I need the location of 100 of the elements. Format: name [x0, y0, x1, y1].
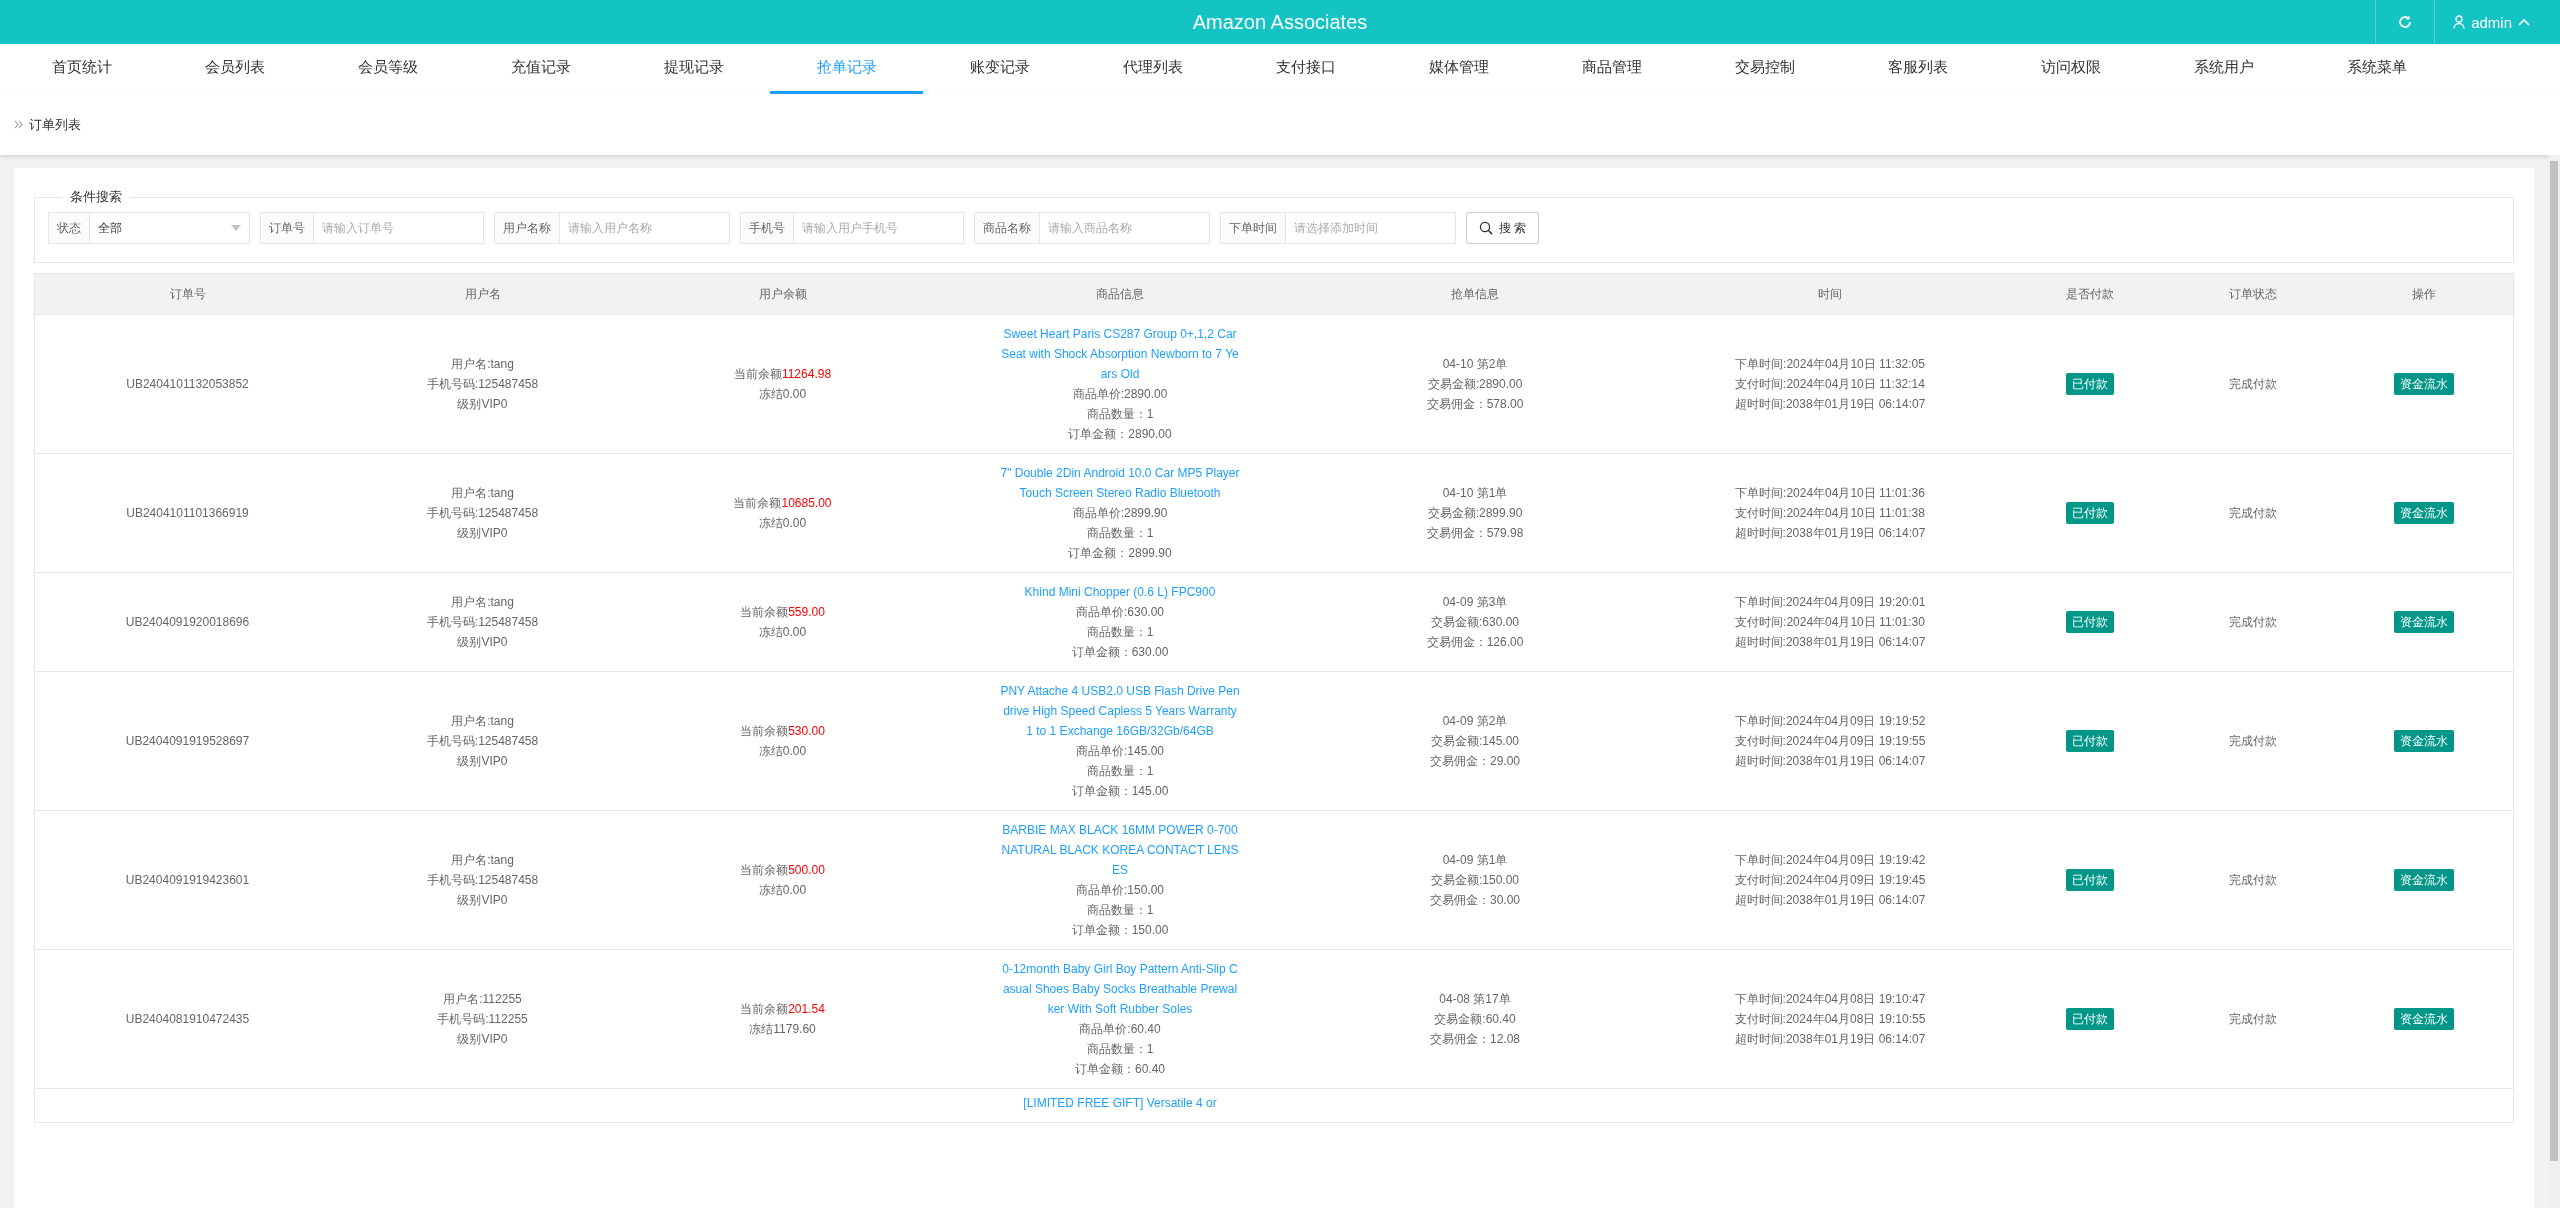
field-label: 下单时间 — [1220, 212, 1286, 244]
grab-info-line: 04-08 第17单 — [1439, 991, 1511, 1008]
product-detail: 订单金额：60.40 — [1075, 1061, 1165, 1078]
column-header: 订单号 — [169, 285, 206, 303]
nav-tab[interactable]: 商品管理 — [1535, 44, 1688, 94]
order-number: UB2404091919423601 — [125, 872, 250, 889]
nav-tab[interactable]: 支付接口 — [1229, 44, 1382, 94]
paid-badge: 已付款 — [2066, 611, 2114, 633]
user-info-line: 手机号码:125487458 — [426, 505, 539, 522]
nav-tab[interactable]: 媒体管理 — [1382, 44, 1535, 94]
product-detail: 商品单价:2890.00 — [1072, 386, 1168, 403]
user-info-line: 手机号码:125487458 — [426, 733, 539, 750]
frozen-text: 冻结0.00 — [758, 624, 807, 641]
product-detail: 商品数量：1 — [1086, 1041, 1154, 1058]
user-info-line: 手机号码:112255 — [437, 1011, 528, 1028]
order-status: 完成付款 — [2228, 376, 2277, 393]
order-status: 完成付款 — [2228, 1011, 2277, 1028]
product-detail: 商品单价:150.00 — [1075, 882, 1164, 899]
nav-tab[interactable]: 会员列表 — [158, 44, 311, 94]
user-info-line: 级别VIP0 — [457, 753, 508, 770]
time-line: 超时时间:2038年01月19日 06:14:07 — [1734, 525, 1926, 542]
grab-info-line: 04-10 第2单 — [1442, 356, 1508, 373]
product-detail: 订单金额：630.00 — [1071, 644, 1169, 661]
fund-flow-button[interactable]: 资金流水 — [2394, 502, 2454, 524]
nav-tab[interactable]: 交易控制 — [1688, 44, 1841, 94]
grab-info-line: 交易金额:145.00 — [1430, 733, 1519, 750]
frozen-text: 冻结0.00 — [758, 386, 807, 403]
time-line: 下单时间:2024年04月09日 19:20:01 — [1734, 594, 1926, 611]
user-icon — [2453, 15, 2466, 29]
grab-info-line: 交易佣金：579.98 — [1426, 525, 1524, 542]
search-input[interactable]: 请输入用户手机号 — [794, 212, 964, 244]
product-detail: 商品单价:2899.90 — [1072, 505, 1168, 522]
time-line: 支付时间:2024年04月10日 11:32:14 — [1735, 376, 1925, 393]
search-input[interactable]: 请输入商品名称 — [1040, 212, 1210, 244]
product-detail: 商品数量：1 — [1086, 902, 1154, 919]
time-line: 支付时间:2024年04月09日 19:19:45 — [1734, 872, 1926, 889]
time-line: 超时时间:2038年01月19日 06:14:07 — [1734, 1031, 1926, 1048]
fund-flow-button[interactable]: 资金流水 — [2394, 869, 2454, 891]
app-title: Amazon Associates — [1192, 11, 1368, 33]
user-info-line: 用户名:tang — [451, 485, 514, 502]
time-line: 支付时间:2024年04月10日 11:01:30 — [1735, 614, 1925, 631]
column-header: 操作 — [2412, 285, 2436, 303]
nav-tab[interactable]: 账变记录 — [923, 44, 1076, 94]
user-info-line: 用户名:112255 — [443, 991, 522, 1008]
order-number: UB2404091919528697 — [125, 733, 250, 750]
user-info-line: 手机号码:125487458 — [426, 614, 539, 631]
nav-tab[interactable]: 客服列表 — [1841, 44, 1994, 94]
column-header: 订单状态 — [2228, 285, 2277, 303]
product-detail: 订单金额：2899.90 — [1068, 545, 1172, 562]
time-line: 下单时间:2024年04月09日 19:19:42 — [1734, 852, 1926, 869]
breadcrumb-text: 订单列表 — [29, 115, 81, 134]
order-number: UB2404101101366919 — [126, 505, 249, 522]
product-detail: 商品数量：1 — [1086, 406, 1154, 423]
column-header: 用户名 — [464, 285, 501, 303]
grab-info-line: 交易金额:2890.00 — [1427, 376, 1523, 393]
fund-flow-button[interactable]: 资金流水 — [2394, 373, 2454, 395]
nav-tab[interactable]: 系统菜单 — [2300, 44, 2453, 94]
order-status: 完成付款 — [2228, 733, 2277, 750]
balance-text: 当前余额201.54 — [740, 1001, 825, 1018]
time-line: 支付时间:2024年04月10日 11:01:38 — [1735, 505, 1925, 522]
frozen-text: 冻结1179.60 — [749, 1021, 816, 1038]
user-info-line: 手机号码:125487458 — [426, 376, 539, 393]
user-info-line: 级别VIP0 — [457, 892, 508, 909]
user-info-line: 级别VIP0 — [457, 525, 508, 542]
fund-flow-button[interactable]: 资金流水 — [2394, 730, 2454, 752]
caret-down-icon — [231, 225, 241, 231]
nav-tab[interactable]: 首页统计 — [5, 44, 158, 94]
product-detail: 商品单价:630.00 — [1075, 604, 1164, 621]
fund-flow-button[interactable]: 资金流水 — [2394, 611, 2454, 633]
time-line: 下单时间:2024年04月10日 11:01:36 — [1735, 485, 1925, 502]
chevron-up-icon — [2518, 18, 2530, 26]
balance-text: 当前余额11264.98 — [733, 366, 832, 383]
balance-text: 当前余额500.00 — [740, 862, 825, 879]
nav-tab[interactable]: 系统用户 — [2147, 44, 2300, 94]
nav-tab[interactable]: 提现记录 — [617, 44, 770, 94]
grab-info-line: 04-09 第2单 — [1442, 713, 1508, 730]
nav-tab[interactable]: 访问权限 — [1994, 44, 2147, 94]
product-detail: 商品数量：1 — [1086, 525, 1154, 542]
time-line: 下单时间:2024年04月09日 19:19:52 — [1734, 713, 1926, 730]
time-line: 下单时间:2024年04月10日 11:32:05 — [1735, 356, 1925, 373]
search-input[interactable]: 请选择添加时间 — [1286, 212, 1456, 244]
nav-tab[interactable]: 代理列表 — [1076, 44, 1229, 94]
frozen-text: 冻结0.00 — [758, 743, 807, 760]
paid-badge: 已付款 — [2066, 730, 2114, 752]
grab-info-line: 04-09 第3单 — [1442, 594, 1508, 611]
nav-tab[interactable]: 会员等级 — [311, 44, 464, 94]
nav-tab[interactable]: 充值记录 — [464, 44, 617, 94]
fund-flow-button[interactable]: 资金流水 — [2394, 1008, 2454, 1030]
time-line: 超时时间:2038年01月19日 06:14:07 — [1734, 753, 1926, 770]
order-status: 完成付款 — [2228, 505, 2277, 522]
search-input[interactable]: 请输入用户名称 — [560, 212, 730, 244]
search-input[interactable]: 请输入订单号 — [314, 212, 484, 244]
grab-info-line: 交易佣金：30.00 — [1430, 892, 1520, 909]
product-detail: 商品数量：1 — [1086, 624, 1154, 641]
paid-badge: 已付款 — [2066, 869, 2114, 891]
order-number: UB2404091920018696 — [125, 614, 250, 631]
status-select[interactable]: 全部 — [90, 212, 250, 244]
column-header: 用户余额 — [758, 285, 807, 303]
search-button[interactable]: 搜 索 — [1466, 212, 1540, 244]
user-info-line: 用户名:tang — [451, 852, 514, 869]
